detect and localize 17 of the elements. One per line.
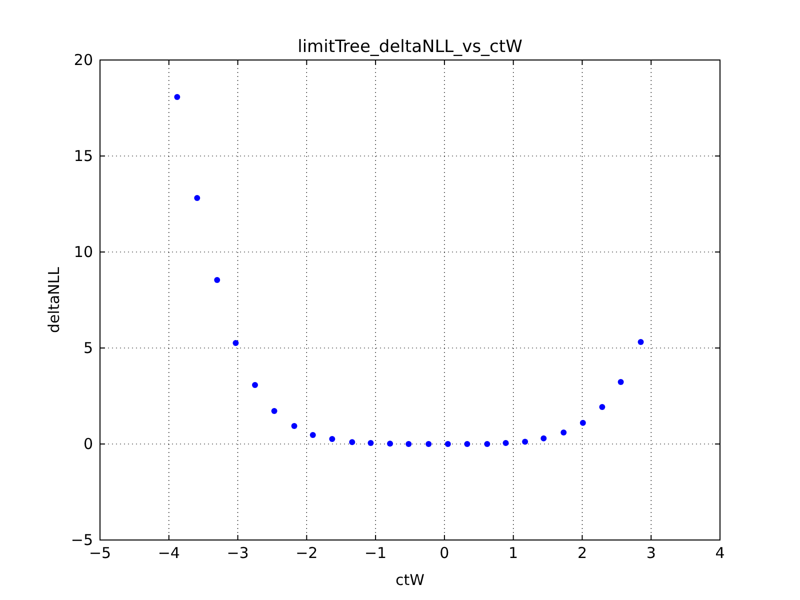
x-tick-label: 1	[508, 544, 518, 562]
y-tick-label: 15	[74, 147, 93, 165]
x-tick-label: −2	[296, 544, 318, 562]
y-tick-label: 0	[83, 435, 93, 453]
x-axis-label: ctW	[396, 571, 424, 589]
y-axis-label: deltaNLL	[45, 267, 63, 333]
x-tick-label: 0	[440, 544, 450, 562]
y-tick-label: 5	[83, 339, 93, 357]
x-tick-label: 3	[646, 544, 656, 562]
x-tick-label: 4	[715, 544, 725, 562]
x-tick-label: 2	[577, 544, 587, 562]
chart-title: limitTree_deltaNLL_vs_ctW	[298, 37, 522, 57]
y-tick-label: 20	[74, 51, 93, 69]
x-tick-label: −3	[226, 544, 249, 562]
x-tick-label: −1	[364, 544, 387, 562]
y-tick-label: 10	[74, 243, 93, 261]
x-tick-label: −4	[158, 544, 180, 562]
